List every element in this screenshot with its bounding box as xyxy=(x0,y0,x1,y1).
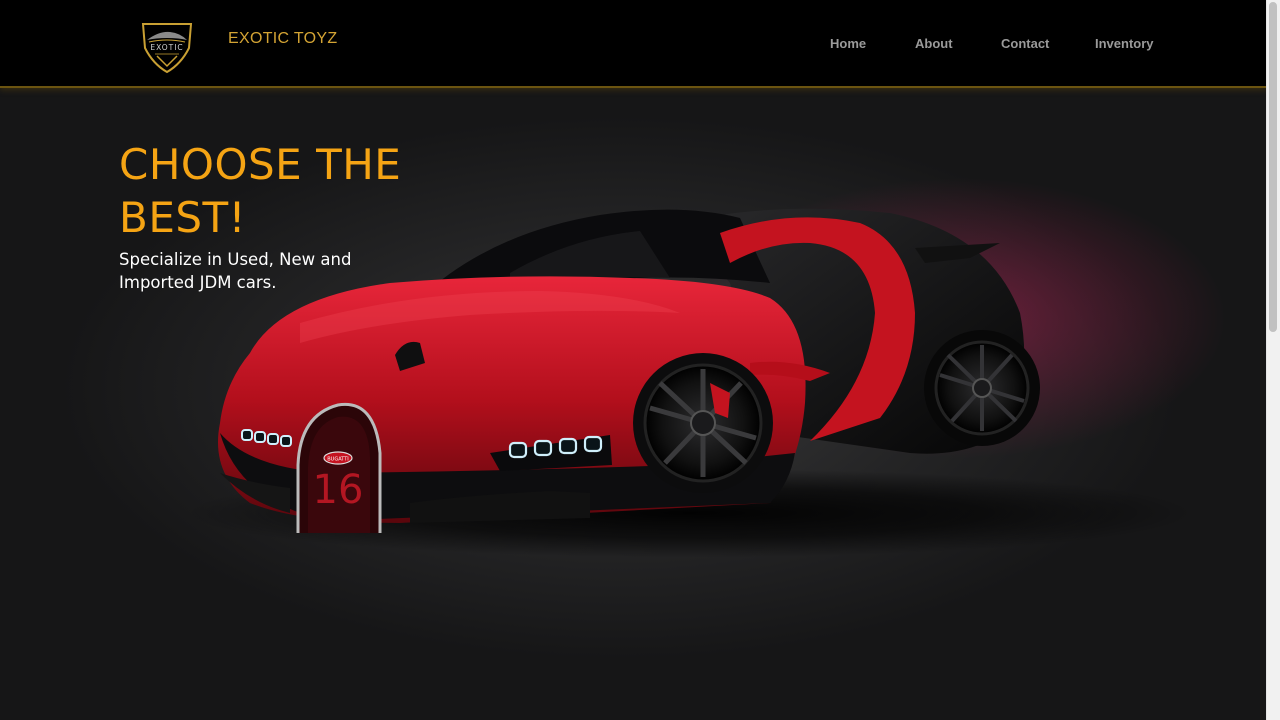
hero-headline: CHOOSE THE BEST! xyxy=(119,140,402,242)
site-header: EXOTIC EXOTIC TOYZ Home About Contact In… xyxy=(0,0,1267,88)
nav-about-link[interactable]: About xyxy=(915,36,953,51)
nav-inventory-link[interactable]: Inventory xyxy=(1095,36,1154,51)
hero-section: 16 BUGATTI CHOOSE THE BEST! Specialize i… xyxy=(0,88,1267,720)
nav-home-link[interactable]: Home xyxy=(830,36,866,51)
page: EXOTIC EXOTIC TOYZ Home About Contact In… xyxy=(0,0,1280,720)
nav-contact-link[interactable]: Contact xyxy=(1001,36,1049,51)
page-scrollbar[interactable] xyxy=(1266,0,1280,720)
scrollbar-thumb[interactable] xyxy=(1269,2,1277,332)
car-number: 16 xyxy=(313,467,364,513)
main-nav: Home About Contact Inventory xyxy=(0,36,1267,56)
hero-subtext: Specialize in Used, New and Imported JDM… xyxy=(119,250,352,292)
car-badge: BUGATTI xyxy=(327,457,349,463)
